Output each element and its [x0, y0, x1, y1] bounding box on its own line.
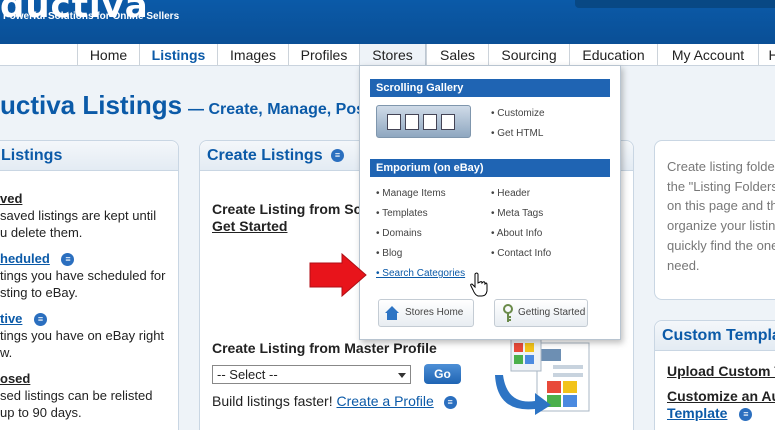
menu-header[interactable]: • Header	[491, 188, 530, 199]
getting-started-button[interactable]: Getting Started	[494, 299, 588, 327]
create-listings-info-icon[interactable]: ≡	[331, 149, 345, 163]
go-button[interactable]: Go	[424, 364, 461, 384]
folders-info-4: organize your listin	[667, 218, 775, 233]
scheduled-info-icon[interactable]: ≡	[61, 253, 75, 267]
saved-desc-1: saved listings are kept until	[0, 208, 157, 223]
emporium-header: Emporium (on eBay)	[370, 159, 610, 177]
scrolling-gallery-header: Scrolling Gallery	[370, 79, 610, 97]
scrolling-gallery-thumbnail	[376, 105, 471, 138]
folders-info-3: on this page and th	[667, 198, 775, 213]
header-bar: ductiva Powerful Solutions for Online Se…	[0, 0, 775, 44]
create-profile-link[interactable]: Create a Profile	[337, 393, 434, 409]
menu-get-html[interactable]: • Get HTML	[491, 128, 543, 139]
nav-item-stores[interactable]: Stores	[359, 44, 426, 66]
nav-item-home[interactable]: Home	[77, 44, 139, 66]
upload-custom-template-link[interactable]: Upload Custom T	[667, 363, 775, 380]
nav-item-images[interactable]: Images	[217, 44, 288, 66]
folders-info-6: need.	[667, 258, 700, 273]
getting-started-label: Getting Started	[518, 307, 586, 318]
customize-info-icon[interactable]: ≡	[739, 407, 753, 421]
key-icon	[500, 303, 516, 323]
red-arrow-annotation	[309, 253, 367, 297]
stores-dropdown-menu: Scrolling Gallery • Customize • Get HTML…	[359, 65, 621, 340]
menu-blog[interactable]: • Blog	[376, 248, 402, 259]
menu-manage-items[interactable]: • Manage Items	[376, 188, 446, 199]
hand-pointer-cursor-icon	[470, 272, 488, 297]
active-info-icon[interactable]: ≡	[34, 313, 48, 327]
closed-desc-1: sed listings can be relisted	[0, 388, 153, 403]
active-desc-1: tings you have on eBay right	[0, 328, 165, 343]
customize-template-link[interactable]: Customize an Au	[667, 388, 775, 405]
header-user-box	[575, 0, 775, 8]
listings-panel-title: Listings	[1, 147, 63, 164]
main-nav: Home Listings Images Profiles Stores Sales Sou…	[0, 44, 775, 66]
scheduled-desc-1: tings you have scheduled for	[0, 268, 166, 283]
closed-desc-2: up to 90 days.	[0, 405, 82, 420]
active-desc-2: w.	[0, 345, 13, 360]
folders-info-1: Create listing folde	[667, 159, 775, 174]
create-profile-info-icon[interactable]: ≡	[443, 395, 457, 409]
closed-link[interactable]: osed	[0, 370, 30, 387]
nav-item-education[interactable]: Education	[569, 44, 657, 66]
nav-item-h[interactable]: H	[758, 44, 775, 66]
stores-home-label: Stores Home	[405, 307, 464, 318]
nav-item-sourcing[interactable]: Sourcing	[488, 44, 569, 66]
tagline: Powerful Solutions for Online Sellers	[3, 11, 180, 22]
customize-template-link-2[interactable]: Template	[667, 405, 727, 421]
select-value: -- Select --	[217, 367, 278, 382]
menu-customize[interactable]: • Customize	[491, 108, 545, 119]
menu-templates[interactable]: • Templates	[376, 208, 428, 219]
menu-meta-tags[interactable]: • Meta Tags	[491, 208, 543, 219]
saved-desc-2: u delete them.	[0, 225, 83, 240]
chevron-down-icon	[398, 373, 406, 378]
home-icon	[384, 305, 400, 321]
menu-search-categories[interactable]: • Search Categories	[376, 268, 465, 279]
stores-home-button[interactable]: Stores Home	[378, 299, 474, 327]
master-profile-label: Create Listing from Master Profile	[212, 340, 437, 356]
page-title-text: uctiva Listings	[0, 90, 183, 120]
scheduled-desc-2: sting to eBay.	[0, 285, 78, 300]
create-from-scratch-label: Create Listing from Scr	[212, 201, 367, 217]
menu-about-info[interactable]: • About Info	[491, 228, 542, 239]
master-profile-illustration	[495, 336, 590, 415]
menu-domains[interactable]: • Domains	[376, 228, 422, 239]
custom-templates-header: Custom Templa	[655, 321, 775, 351]
nav-item-listings[interactable]: Listings	[139, 44, 217, 66]
custom-templates-title: Custom Templa	[662, 327, 775, 344]
master-profile-select[interactable]: -- Select --	[212, 365, 411, 384]
get-started-link[interactable]: Get Started	[212, 218, 287, 235]
page-title: uctiva Listings — Create, Manage, Pos	[0, 90, 365, 121]
nav-item-my-account[interactable]: My Account	[657, 44, 758, 66]
build-faster-text: Build listings faster!	[212, 393, 333, 409]
folders-info-5: quickly find the one	[667, 238, 775, 253]
folders-info-2: the "Listing Folders	[667, 179, 775, 194]
saved-link[interactable]: ved	[0, 190, 22, 207]
scheduled-link[interactable]: heduled	[0, 251, 50, 266]
create-listings-title: Create Listings	[207, 147, 323, 164]
listings-panel-header: Listings	[0, 141, 178, 171]
page-subtitle: — Create, Manage, Pos	[188, 101, 365, 118]
menu-contact-info[interactable]: • Contact Info	[491, 248, 551, 259]
nav-item-sales[interactable]: Sales	[426, 44, 488, 66]
active-link[interactable]: tive	[0, 311, 22, 326]
nav-item-profiles[interactable]: Profiles	[288, 44, 359, 66]
